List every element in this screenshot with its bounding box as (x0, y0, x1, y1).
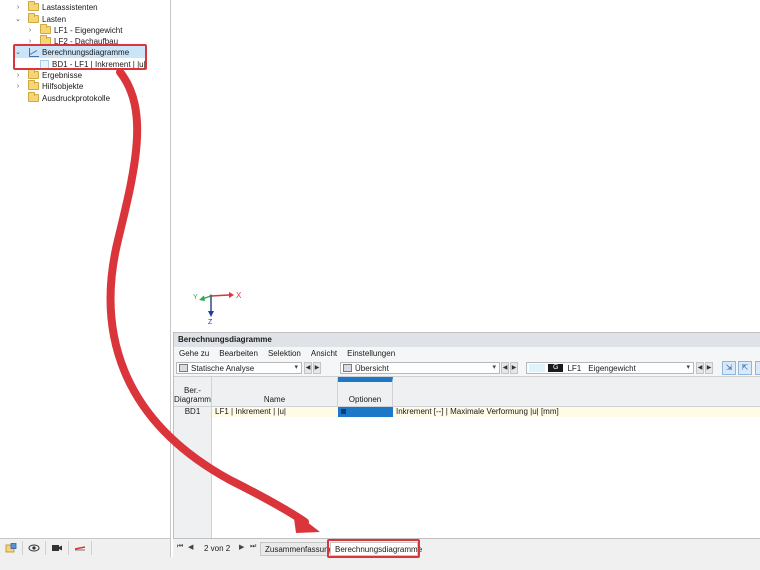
chevron-right-icon[interactable]: › (26, 27, 34, 34)
chevron-right-icon[interactable]: › (14, 4, 22, 11)
column-header-name[interactable]: Name (212, 377, 338, 407)
3d-viewport[interactable]: X Y Z (171, 0, 760, 331)
axis-y-label: Y (193, 294, 198, 301)
highlight-tab-box (327, 539, 420, 558)
previous-view-button[interactable]: ◀ (501, 362, 509, 374)
select-in-model-button[interactable]: ⇲ (722, 361, 736, 375)
first-page-button[interactable]: ⏮ (177, 543, 183, 551)
view-value: Übersicht (355, 363, 389, 373)
column-header-options[interactable]: Optionen (338, 377, 393, 407)
table-row-name[interactable]: LF1 | Inkrement | |u| (212, 407, 338, 417)
results-navigator-button[interactable] (69, 541, 92, 555)
folder-icon (28, 92, 39, 102)
data-navigator-button[interactable] (0, 541, 23, 555)
load-case-select[interactable]: G LF1 Eigengewicht ▾ (526, 362, 694, 374)
chevron-right-icon[interactable]: › (14, 72, 22, 79)
menu-bearbeiten[interactable]: Bearbeiten (214, 349, 263, 358)
calculation-diagrams-panel: Berechnungsdiagramme Gehe zu Bearbeiten … (173, 332, 760, 539)
column-header-description (393, 377, 760, 407)
navigator-icon (5, 543, 17, 553)
next-page-button[interactable]: ▶ (239, 543, 244, 551)
coordinate-axes-icon (199, 292, 234, 317)
overview-icon (343, 364, 352, 372)
folder-icon (28, 13, 39, 23)
menu-einstellungen[interactable]: Einstellungen (342, 349, 400, 358)
zoom-icon: ⇱ (741, 363, 749, 372)
next-view-button[interactable]: ▶ (510, 362, 518, 374)
folder-icon (28, 69, 39, 79)
lc-name: Eigengewicht (588, 363, 636, 373)
view-select[interactable]: Übersicht ▾ (340, 362, 500, 374)
lc-id: LF1 (567, 363, 582, 373)
highlight-tree-box (13, 44, 147, 70)
diagrams-table: Ber.- Diagramm Name Optionen BD1 LF1 | I… (174, 377, 760, 539)
eye-icon (28, 544, 40, 552)
table-row-description: Inkrement [--] | Maximale Verformung |u|… (393, 407, 760, 417)
chevron-right-icon[interactable]: › (14, 83, 22, 90)
next-button[interactable]: ▶ (313, 362, 321, 374)
axis-x-label: X (236, 291, 242, 300)
table-row-id[interactable]: BD1 (174, 407, 212, 417)
chevron-down-icon[interactable]: ⌄ (14, 15, 22, 23)
previous-button[interactable]: ◀ (304, 362, 312, 374)
zoom-to-selection-button[interactable]: ⇱ (738, 361, 752, 375)
panel-menu-bar: Gehe zu Bearbeiten Selektion Ansicht Ein… (174, 347, 760, 360)
lc-color-swatch (529, 364, 545, 372)
page-indicator: 2 von 2 (204, 544, 231, 553)
navigator-toolbar (0, 538, 171, 557)
header-text: Ber.- (184, 386, 201, 395)
panel-title: Berechnungsdiagramme (174, 333, 760, 347)
axis-z-label: Z (208, 319, 213, 326)
previous-page-button[interactable]: ◀ (188, 543, 193, 551)
panel-toolbar: Statische Analyse ▾ ◀ ▶ Übersicht ▾ ◀ ▶ … (174, 360, 760, 377)
chevron-down-icon[interactable]: ▾ (492, 363, 496, 371)
folder-icon (28, 1, 39, 11)
tree-item-hilfsobjekte[interactable]: › Hilfsobjekte (14, 80, 83, 92)
tree-item-label: Lasten (42, 14, 67, 24)
tree-item-ausdruckprotokolle[interactable]: Ausdruckprotokolle (14, 92, 110, 104)
header-text: Name (263, 395, 286, 404)
chevron-down-icon[interactable]: ▾ (294, 363, 298, 371)
tree-item-label: Hilfsobjekte (42, 81, 84, 91)
next-lc-button[interactable]: ▶ (705, 362, 713, 374)
lc-category-badge: G (548, 364, 564, 372)
previous-lc-button[interactable]: ◀ (696, 362, 704, 374)
menu-ansicht[interactable]: Ansicht (306, 349, 342, 358)
analysis-type-value: Statische Analyse (191, 363, 255, 373)
tree-item-label: Ausdruckprotokolle (42, 93, 111, 103)
display-navigator-button[interactable] (23, 541, 46, 555)
menu-gehe-zu[interactable]: Gehe zu (174, 349, 214, 358)
results-icon (74, 546, 86, 551)
tab-zusammenfassung[interactable]: Zusammenfassung (260, 542, 333, 556)
row-header-column (174, 417, 212, 539)
tree-item-lastassistenten[interactable]: › Lastassistenten (14, 1, 98, 13)
menu-selektion[interactable]: Selektion (263, 349, 306, 358)
tree-item-label: Ergebnisse (42, 70, 83, 80)
navigator-tree: › Lastassistenten ⌄ Lasten › LF1 - Eigen… (0, 0, 171, 538)
analysis-icon (179, 364, 188, 372)
options-button-icon (341, 409, 346, 414)
column-header-id: Ber.- Diagramm (174, 377, 212, 407)
last-page-button[interactable]: ⏭ (250, 543, 256, 551)
folder-icon (40, 24, 51, 34)
chevron-down-icon[interactable]: ▾ (686, 363, 690, 371)
views-navigator-button[interactable] (46, 541, 69, 555)
tree-item-label: LF1 - Eigengewicht (54, 25, 123, 35)
camera-icon (52, 545, 62, 551)
table-tab-bar: ⏮ ◀ 2 von 2 ▶ ⏭ Zusammenfassung Berechnu… (173, 538, 760, 558)
select-icon: ⇲ (725, 363, 733, 372)
folder-icon (28, 80, 39, 90)
header-text: Optionen (348, 395, 382, 404)
tree-item-label: Lastassistenten (42, 2, 98, 12)
more-tools-button[interactable] (755, 361, 760, 375)
header-text: Diagramm (174, 395, 211, 404)
analysis-type-select[interactable]: Statische Analyse ▾ (176, 362, 302, 374)
table-row-options[interactable] (338, 407, 393, 417)
status-strip (0, 557, 760, 570)
